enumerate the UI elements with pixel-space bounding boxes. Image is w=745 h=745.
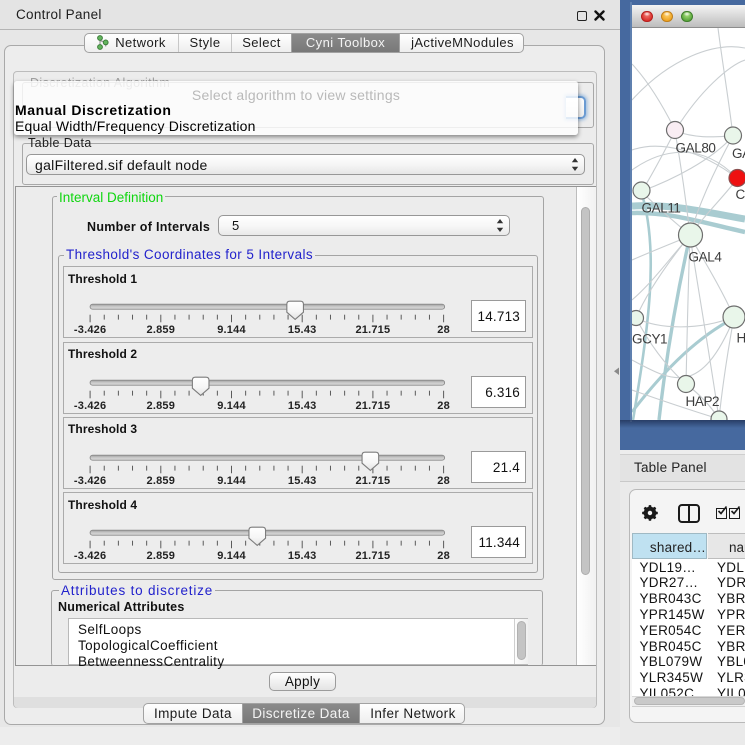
svg-text:CY: CY bbox=[736, 187, 745, 202]
svg-text:GCY1: GCY1 bbox=[632, 332, 667, 347]
svg-text:HAP2: HAP2 bbox=[686, 394, 720, 409]
svg-text:GAL11: GAL11 bbox=[642, 201, 681, 216]
svg-text:GAL80: GAL80 bbox=[676, 141, 716, 156]
svg-text:HA: HA bbox=[737, 331, 745, 346]
svg-text:GAL4: GAL4 bbox=[689, 250, 723, 265]
svg-text:GA: GA bbox=[732, 146, 745, 161]
